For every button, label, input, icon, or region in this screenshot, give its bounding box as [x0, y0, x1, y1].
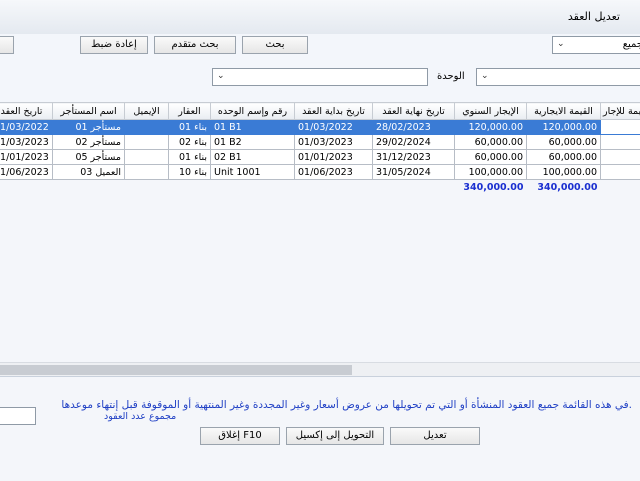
edit-button[interactable]: تعديل [390, 427, 480, 445]
cell-email [125, 150, 169, 165]
cell-contract-date: 01/03/2022 [0, 120, 53, 135]
cell-end-date: 31/05/2024 [373, 165, 455, 180]
cell-contract-date: 01/03/2023 [0, 135, 53, 150]
info-note: في هذه القائمة جميع العقود المنشأة أو ال… [61, 399, 632, 411]
cell-property: بناء 02 [169, 135, 211, 150]
reset-button[interactable]: إعادة ضبط [80, 36, 148, 54]
header-annual-rent[interactable]: الإيجار السنوي [455, 103, 527, 120]
cell-start-date: 01/06/2023 [295, 165, 373, 180]
cell-email [125, 135, 169, 150]
unit-label: الوحدة [437, 71, 465, 82]
cell-rental-value: 120,000.00 [527, 120, 601, 135]
cell-tenant: العميل 03 [53, 165, 125, 180]
top-filter-select[interactable]: ⌄ جميع [552, 36, 640, 54]
cell-unit: 02 B1 [211, 150, 295, 165]
cell-annual-rent: 100,000.00 [455, 165, 527, 180]
cell-rental-value: 60,000.00 [527, 135, 601, 150]
cell-tenant: مستأجر 01 [53, 120, 125, 135]
contracts-count-field [0, 407, 36, 425]
cell-contract-date: 01/06/2023 [0, 165, 53, 180]
cell-contract-date: 01/01/2023 [0, 150, 53, 165]
contracts-count-label: مجموع عدد العقود [104, 411, 176, 422]
table-row[interactable]: 01/03/2023 مستأجر 02 بناء 02 01 B2 01/03… [0, 135, 640, 150]
contracts-grid[interactable]: تاريخ العقد اسم المستأجر الإيميل العقار … [0, 102, 640, 374]
window-title: تعديل العقد [568, 10, 620, 23]
cell-property: بناء 01 [169, 150, 211, 165]
header-tenant[interactable]: اسم المستأجر [53, 103, 125, 120]
export-excel-button[interactable]: التحويل إلى إكسيل [286, 427, 384, 445]
horizontal-scrollbar[interactable] [0, 362, 640, 377]
cell-annual-rent: 60,000.00 [455, 135, 527, 150]
cell-rent-col[interactable] [601, 120, 640, 135]
header-end-date[interactable]: تاريخ نهاية العقد [373, 103, 455, 120]
cell-unit: 01 B2 [211, 135, 295, 150]
header-unit[interactable]: رقم وإسم الوحده [211, 103, 295, 120]
header-email[interactable]: الإيميل [125, 103, 169, 120]
cell-rent-col[interactable] [601, 165, 640, 180]
unit-select[interactable]: ⌄ [212, 68, 428, 86]
cell-tenant: مستأجر 05 [53, 150, 125, 165]
header-start-date[interactable]: تاريخ بداية العقد [295, 103, 373, 120]
cell-annual-rent: 120,000.00 [455, 120, 527, 135]
header-rental-value[interactable]: القيمة الايجارية [527, 103, 601, 120]
cell-property: بناء 10 [169, 165, 211, 180]
search-button[interactable]: بحث [242, 36, 308, 54]
close-button[interactable]: إغلاق F10 [200, 427, 280, 445]
cell-property: بناء 01 [169, 120, 211, 135]
chevron-down-icon: ⌄ [217, 71, 225, 81]
footer-panel: في هذه القائمة جميع العقود المنشأة أو ال… [0, 376, 640, 481]
cell-rent-col[interactable] [601, 150, 640, 165]
total-rental-value: 340,000.00 [527, 180, 601, 195]
cell-unit: Unit 1001 [211, 165, 295, 180]
cell-end-date: 29/02/2024 [373, 135, 455, 150]
top-filter-value: جميع [623, 39, 640, 50]
cell-start-date: 01/03/2022 [295, 120, 373, 135]
cell-rental-value: 60,000.00 [527, 150, 601, 165]
cell-start-date: 01/01/2023 [295, 150, 373, 165]
cell-rent-col[interactable] [601, 135, 640, 150]
totals-row: 340,000.00 340,000.00 [0, 180, 640, 195]
header-contract-date[interactable]: تاريخ العقد [0, 103, 53, 120]
cell-unit: 01 B1 [211, 120, 295, 135]
property-select[interactable]: ⌄ [476, 68, 640, 86]
advanced-search-button[interactable]: بحث متقدم [154, 36, 236, 54]
cell-email [125, 165, 169, 180]
clipped-button[interactable] [0, 36, 14, 54]
cell-annual-rent: 60,000.00 [455, 150, 527, 165]
cell-tenant: مستأجر 02 [53, 135, 125, 150]
header-rent-col[interactable]: القيمة للإجار [601, 103, 640, 120]
cell-end-date: 31/12/2023 [373, 150, 455, 165]
table-row[interactable]: 01/03/2022 مستأجر 01 بناء 01 01 B1 01/03… [0, 120, 640, 135]
table-header-row: تاريخ العقد اسم المستأجر الإيميل العقار … [0, 103, 640, 120]
header-property[interactable]: العقار [169, 103, 211, 120]
cell-start-date: 01/03/2023 [295, 135, 373, 150]
chevron-down-icon: ⌄ [557, 39, 565, 49]
table-row[interactable]: 01/01/2023 مستأجر 05 بناء 01 02 B1 01/01… [0, 150, 640, 165]
title-bar: تعديل العقد [0, 0, 640, 35]
table-row[interactable]: 01/06/2023 العميل 03 بناء 10 Unit 1001 0… [0, 165, 640, 180]
cell-rental-value: 100,000.00 [527, 165, 601, 180]
cell-email [125, 120, 169, 135]
cell-end-date: 28/02/2023 [373, 120, 455, 135]
contracts-table: تاريخ العقد اسم المستأجر الإيميل العقار … [0, 102, 640, 194]
scrollbar-thumb[interactable] [0, 365, 352, 375]
total-annual-rent: 340,000.00 [455, 180, 527, 195]
chevron-down-icon: ⌄ [481, 71, 489, 81]
